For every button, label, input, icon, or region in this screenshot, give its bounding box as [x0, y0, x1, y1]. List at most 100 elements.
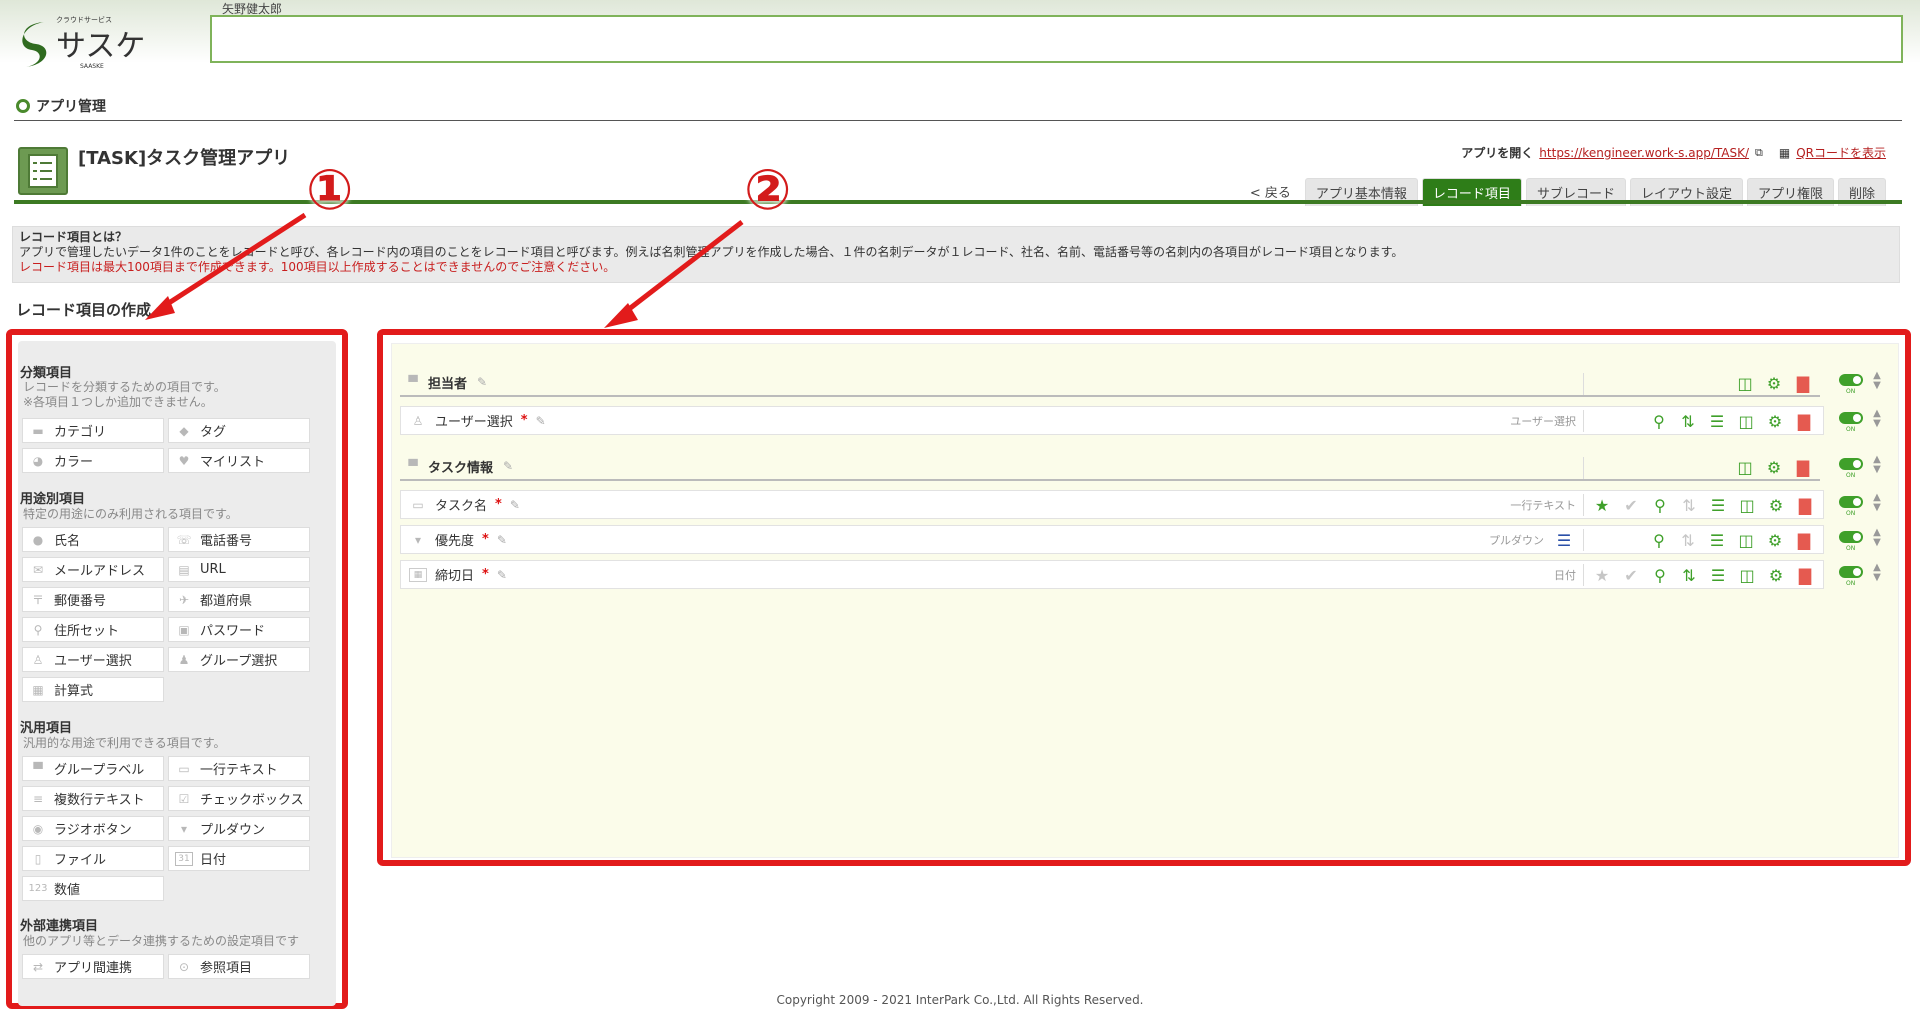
link-icon: ⇄ — [32, 959, 44, 974]
reorder-arrows-icon[interactable]: ▲ ▼ — [1870, 493, 1884, 517]
trash-icon[interactable]: ▇ — [1793, 410, 1815, 432]
toggle-on[interactable]: ON — [1838, 410, 1866, 432]
columns-icon[interactable]: ◫ — [1734, 372, 1756, 394]
pencil-icon[interactable]: ✎ — [497, 568, 507, 582]
group-label-row[interactable]: ▀ タスク情報 ✎ — [400, 453, 1820, 481]
sort-icon[interactable]: ⇅ — [1678, 494, 1700, 516]
palette-item-tag[interactable]: ◆ タグ — [168, 418, 310, 443]
list-icon[interactable]: ☰ — [1707, 564, 1729, 586]
category-desc: ※各項目１つしか追加できません。 — [23, 395, 213, 409]
external-window-icon[interactable]: ⧉ — [1755, 146, 1763, 160]
palette-item-color[interactable]: ◕ カラー — [22, 448, 164, 473]
palette-item-formula[interactable]: ▦ 計算式 — [22, 677, 164, 702]
columns-icon[interactable]: ◫ — [1736, 564, 1758, 586]
lock-icon: ▣ — [178, 622, 190, 637]
reorder-arrows-icon[interactable]: ▲ ▼ — [1870, 563, 1884, 587]
search-icon[interactable]: ⚲ — [1648, 529, 1670, 551]
field-row[interactable]: ♙ ユーザー選択 * ✎ — [400, 406, 1824, 435]
toggle-on[interactable]: ON — [1838, 372, 1866, 394]
trash-icon[interactable]: ▇ — [1794, 494, 1816, 516]
reorder-arrows-icon[interactable]: ▲ ▼ — [1870, 409, 1884, 433]
row-actions: ⚲ ⇅ ☰ ◫ ⚙ ▇ — [1648, 410, 1815, 432]
palette-item-prefecture[interactable]: ✈ 都道府県 — [168, 587, 310, 612]
divider — [1583, 457, 1584, 479]
search-icon[interactable]: ⚲ — [1649, 494, 1671, 516]
palette-item-group-select[interactable]: ♟ グループ選択 — [168, 647, 310, 672]
field-row[interactable]: ▾ 優先度 * ✎ — [400, 525, 1824, 554]
gear-icon[interactable]: ⚙ — [1763, 372, 1785, 394]
toggle-on[interactable]: ON — [1838, 494, 1866, 516]
pencil-icon[interactable]: ✎ — [497, 533, 507, 547]
palette-item-password[interactable]: ▣ パスワード — [168, 617, 310, 642]
saaske-logo[interactable]: クラウドサービス サスケ SAASKE — [14, 12, 154, 72]
toggle-on[interactable]: ON — [1838, 529, 1866, 551]
palette-item-reference[interactable]: ⊙ 参照項目 — [168, 954, 310, 979]
palette-item-app-link[interactable]: ⇄ アプリ間連携 — [22, 954, 164, 979]
pencil-icon[interactable]: ✎ — [503, 459, 513, 473]
double-check-icon[interactable]: ✔ — [1620, 494, 1642, 516]
palette-item-mylist[interactable]: ♥ マイリスト — [168, 448, 310, 473]
search-icon[interactable]: ⚲ — [1649, 564, 1671, 586]
list-icon[interactable]: ☰ — [1707, 494, 1729, 516]
reorder-arrows-icon[interactable]: ▲ ▼ — [1870, 455, 1884, 479]
list-icon[interactable]: ☰ — [1706, 529, 1728, 551]
person-icon: ● — [32, 532, 44, 547]
palette-item-postal[interactable]: 〒郵便番号 — [22, 587, 164, 612]
sort-icon[interactable]: ⇅ — [1678, 564, 1700, 586]
palette-item-checkbox[interactable]: ☑ チェックボックス — [168, 786, 310, 811]
palette-item-file[interactable]: ▯ ファイル — [22, 846, 164, 871]
gear-icon[interactable]: ⚙ — [1764, 410, 1786, 432]
palette-item-url[interactable]: ▤ URL — [168, 557, 310, 582]
columns-icon[interactable]: ◫ — [1734, 456, 1756, 478]
columns-icon[interactable]: ◫ — [1735, 529, 1757, 551]
palette-item-dropdown[interactable]: ▾ プルダウン — [168, 816, 310, 841]
columns-icon[interactable]: ◫ — [1735, 410, 1757, 432]
single-line-icon: ▭ — [412, 497, 424, 512]
trash-icon[interactable]: ▇ — [1792, 456, 1814, 478]
trash-icon[interactable]: ▇ — [1794, 564, 1816, 586]
pencil-icon[interactable]: ✎ — [536, 414, 546, 428]
qr-code-link[interactable]: QRコードを表示 — [1796, 144, 1886, 161]
reorder-arrows-icon[interactable]: ▲ ▼ — [1870, 528, 1884, 552]
palette-item-address[interactable]: ⚲ 住所セット — [22, 617, 164, 642]
palette-item-category[interactable]: ▬ カテゴリ — [22, 418, 164, 443]
pencil-icon[interactable]: ✎ — [477, 375, 487, 389]
list-icon[interactable]: ☰ — [1706, 410, 1728, 432]
toggle-on[interactable]: ON — [1838, 564, 1866, 586]
sort-icon[interactable]: ⇅ — [1677, 410, 1699, 432]
palette-item-name[interactable]: ● 氏名 — [22, 527, 164, 552]
columns-icon[interactable]: ◫ — [1736, 494, 1758, 516]
palette-item-multi-line[interactable]: ≡ 複数行テキスト — [22, 786, 164, 811]
reorder-arrows-icon[interactable]: ▲ ▼ — [1870, 371, 1884, 395]
gear-icon[interactable]: ⚙ — [1765, 564, 1787, 586]
group-label-row[interactable]: ▀ 担当者 ✎ — [400, 369, 1820, 397]
memo-textarea[interactable] — [210, 15, 1903, 63]
gear-icon[interactable]: ⚙ — [1763, 456, 1785, 478]
palette-icon: ◕ — [32, 453, 44, 468]
trash-icon[interactable]: ▇ — [1793, 529, 1815, 551]
palette-item-group-label[interactable]: ▀ グループラベル — [22, 756, 164, 781]
list-options-icon[interactable]: ☰ — [1553, 529, 1575, 551]
category-title: 汎用項目 — [20, 721, 73, 736]
toggle-on[interactable]: ON — [1838, 456, 1866, 478]
palette-item-radio[interactable]: ◉ ラジオボタン — [22, 816, 164, 841]
star-icon[interactable]: ★ — [1591, 494, 1613, 516]
qr-icon[interactable]: ▦ — [1779, 146, 1790, 160]
palette-item-number[interactable]: 123 数値 — [22, 876, 164, 901]
gear-icon[interactable]: ⚙ — [1764, 529, 1786, 551]
palette-item-single-line[interactable]: ▭ 一行テキスト — [168, 756, 310, 781]
pencil-icon[interactable]: ✎ — [510, 498, 520, 512]
palette-item-email[interactable]: ✉ メールアドレス — [22, 557, 164, 582]
palette-item-date[interactable]: 31 日付 — [168, 846, 310, 871]
trash-icon[interactable]: ▇ — [1792, 372, 1814, 394]
search-icon[interactable]: ⚲ — [1648, 410, 1670, 432]
palette-item-user-select[interactable]: ♙ ユーザー選択 — [22, 647, 164, 672]
app-url-link[interactable]: https://kengineer.work-s.app/TASK/ — [1539, 146, 1749, 160]
breadcrumb[interactable]: アプリ管理 — [16, 96, 106, 116]
double-check-icon[interactable]: ✔ — [1620, 564, 1642, 586]
bookmark-icon: ▀ — [408, 459, 418, 473]
star-icon[interactable]: ★ — [1591, 564, 1613, 586]
palette-item-phone[interactable]: ☏ 電話番号 — [168, 527, 310, 552]
sort-icon[interactable]: ⇅ — [1677, 529, 1699, 551]
gear-icon[interactable]: ⚙ — [1765, 494, 1787, 516]
